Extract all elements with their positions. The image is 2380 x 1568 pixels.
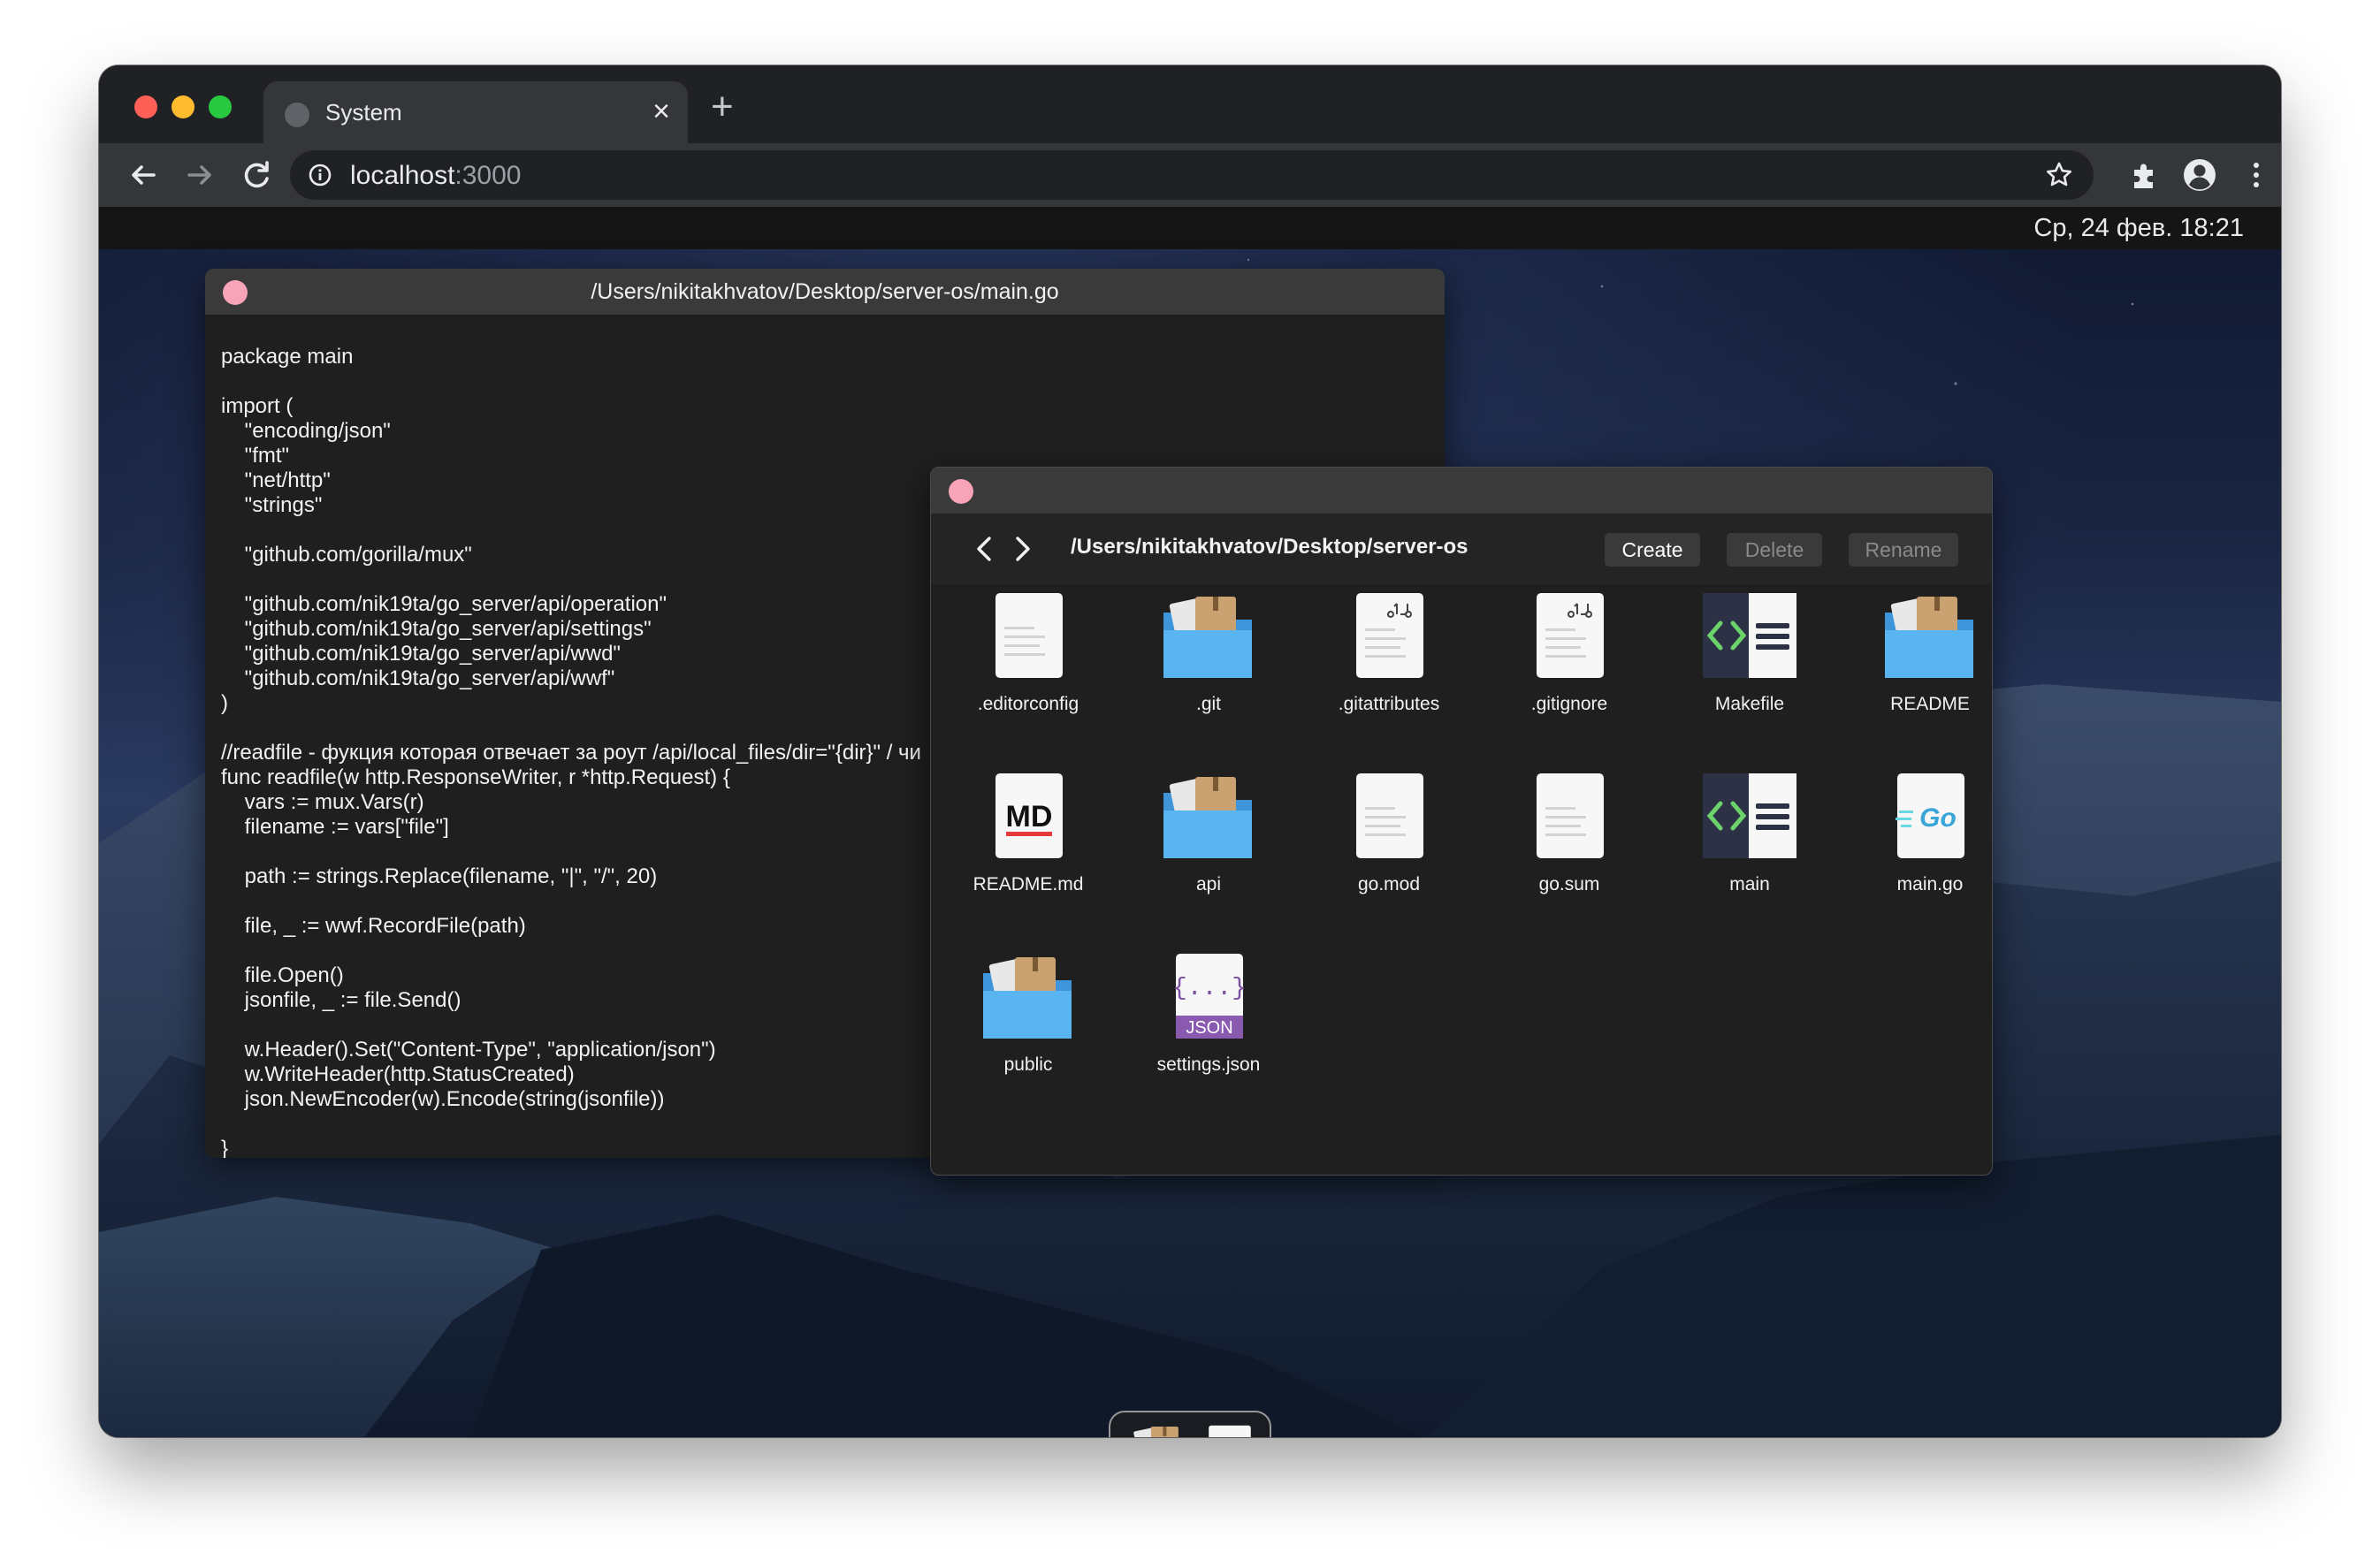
tab-close-icon[interactable]: ×: [652, 94, 670, 129]
file-label: main.go: [1896, 874, 1964, 894]
go-file-icon: Go: [1896, 773, 1964, 858]
address-bar[interactable]: localhost:3000: [290, 150, 2094, 200]
file-item-gitignore[interactable]: .gitignore: [1479, 591, 1659, 768]
file-item-readme-folder[interactable]: README: [1840, 591, 1992, 768]
dock-file-manager-icon[interactable]: [1126, 1423, 1194, 1437]
url-port: :3000: [454, 161, 522, 190]
git-document-icon: [1356, 593, 1423, 678]
chevron-left-icon[interactable]: [970, 531, 1000, 567]
folder-icon: [983, 957, 1072, 1039]
reload-icon[interactable]: [237, 156, 276, 194]
file-label: settings.json: [1156, 1054, 1261, 1075]
clock: Ср, 24 фев. 18:21: [2033, 214, 2244, 242]
file-label: .gitignore: [1530, 694, 1608, 714]
file-label: go.sum: [1538, 874, 1600, 894]
file-label: public: [1003, 1054, 1053, 1075]
editor-titlebar[interactable]: /Users/nikitakhvatov/Desktop/server-os/m…: [205, 269, 1445, 315]
file-item-readme-md[interactable]: MD README.md: [938, 772, 1118, 948]
file-manager-titlebar[interactable]: [931, 468, 1992, 514]
file-item-makefile[interactable]: Makefile: [1659, 591, 1840, 768]
file-item-api[interactable]: api: [1118, 772, 1299, 948]
file-manager-close-button[interactable]: [949, 479, 973, 504]
rename-button[interactable]: Rename: [1849, 533, 1958, 567]
md-badge: MD: [1006, 800, 1053, 833]
file-item-main[interactable]: main: [1659, 772, 1840, 948]
globe-icon: [285, 103, 309, 127]
bookmark-star-icon[interactable]: [2044, 160, 2074, 190]
file-item-go-mod[interactable]: go.mod: [1299, 772, 1479, 948]
file-item-main-go[interactable]: Go main.go: [1840, 772, 1992, 948]
folder-icon: [1163, 597, 1252, 678]
maximize-window-button[interactable]: [209, 95, 232, 118]
chevron-right-icon[interactable]: [1007, 531, 1037, 567]
close-window-button[interactable]: [134, 95, 157, 118]
url-host: localhost: [350, 161, 455, 190]
url-text[interactable]: localhost:3000: [350, 161, 521, 191]
file-item-public[interactable]: public: [938, 952, 1118, 1129]
menu-kebab-icon[interactable]: [2239, 157, 2274, 193]
create-button[interactable]: Create: [1605, 533, 1700, 567]
markdown-icon: MD: [995, 773, 1063, 858]
file-label: .editorconfig: [977, 694, 1079, 714]
browser-toolbar: localhost:3000: [99, 143, 2281, 207]
file-manager-window: /Users/nikitakhvatov/Desktop/server-os C…: [930, 467, 1993, 1176]
file-label: go.mod: [1357, 874, 1421, 894]
document-icon: [995, 593, 1063, 678]
code-file-icon: [1703, 773, 1796, 858]
folder-icon: [1163, 777, 1252, 858]
tab-strip: System × +: [99, 65, 2281, 143]
editor-title: /Users/nikitakhvatov/Desktop/server-os/m…: [591, 279, 1059, 304]
info-icon[interactable]: [308, 163, 332, 187]
extensions-icon[interactable]: [2127, 157, 2163, 193]
delete-button[interactable]: Delete: [1727, 533, 1822, 567]
document-icon: [1537, 773, 1604, 858]
minimize-window-button[interactable]: [172, 95, 195, 118]
page-viewport: Ср, 24 фев. 18:21 /Users/nikitakhvatov/D…: [99, 207, 2281, 1437]
file-label: .gitattributes: [1338, 694, 1440, 714]
file-item-settings-json[interactable]: {...} JSON settings.json: [1118, 952, 1299, 1129]
file-label: .git: [1195, 694, 1221, 714]
desktop-menubar: Ср, 24 фев. 18:21: [99, 207, 2281, 249]
browser-window: System × + localhost:3000 Ср, 24 фев. 18…: [99, 65, 2281, 1437]
profile-avatar-icon[interactable]: [2182, 157, 2217, 193]
file-item-git[interactable]: .git: [1118, 591, 1299, 768]
tab-system[interactable]: System ×: [263, 81, 688, 143]
file-item-editorconfig[interactable]: .editorconfig: [938, 591, 1118, 768]
document-icon: [1356, 773, 1423, 858]
new-tab-button[interactable]: +: [711, 85, 734, 129]
json-file-icon: {...} JSON: [1172, 954, 1247, 1039]
file-item-go-sum[interactable]: go.sum: [1479, 772, 1659, 948]
file-label: README: [1890, 694, 1970, 714]
file-label: README.md: [973, 874, 1084, 894]
folder-icon: [1885, 597, 1973, 678]
dock: [1109, 1411, 1271, 1437]
forward-arrow-icon[interactable]: [180, 156, 219, 194]
json-braces: {...}: [1172, 975, 1247, 1002]
code-content[interactable]: package main import ( "encoding/json" "f…: [221, 345, 921, 1158]
tab-title: System: [325, 99, 402, 126]
back-arrow-icon[interactable]: [124, 156, 163, 194]
dock-editor-icon[interactable]: [1202, 1423, 1257, 1437]
file-label: api: [1195, 874, 1222, 894]
current-path: /Users/nikitakhvatov/Desktop/server-os: [1071, 535, 1468, 559]
file-label: main: [1729, 874, 1770, 894]
file-label: Makefile: [1714, 694, 1785, 714]
file-manager-toolbar: /Users/nikitakhvatov/Desktop/server-os C…: [931, 514, 1992, 584]
git-document-icon: [1537, 593, 1604, 678]
json-badge: JSON: [1186, 1018, 1232, 1038]
code-file-icon: [1703, 593, 1796, 678]
file-item-gitattributes[interactable]: .gitattributes: [1299, 591, 1479, 768]
go-badge: Go: [1919, 803, 1957, 833]
